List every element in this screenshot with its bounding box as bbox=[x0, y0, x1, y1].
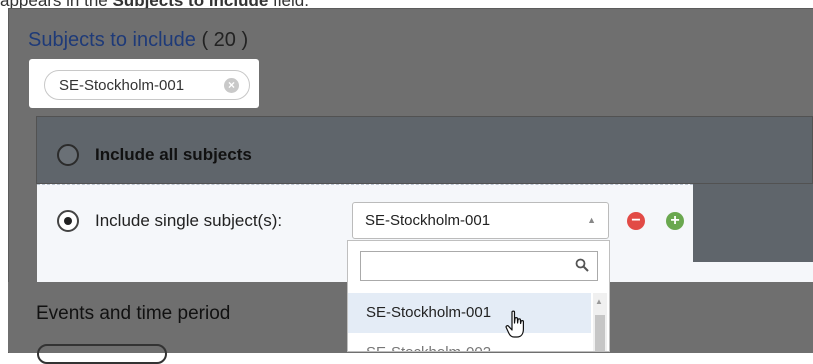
dropdown-option[interactable]: SE-Stockholm-001 bbox=[348, 293, 591, 333]
scrollbar-thumb[interactable] bbox=[595, 315, 605, 351]
subject-dropdown: SE-Stockholm-001 SE-Stockholm-002 ▲ bbox=[347, 240, 610, 352]
remove-row-button[interactable]: − bbox=[627, 212, 645, 230]
chip-remove-icon[interactable]: × bbox=[224, 78, 239, 93]
subject-chip-label: SE-Stockholm-001 bbox=[59, 76, 185, 94]
include-all-label: Include all subjects bbox=[95, 145, 252, 164]
events-toggle-pill[interactable] bbox=[37, 344, 167, 364]
subjects-to-include-title: Subjects to include ( 20 ) bbox=[28, 29, 248, 52]
include-single-panel-dimmed bbox=[693, 184, 813, 262]
subject-chip[interactable]: SE-Stockholm-001 × bbox=[44, 70, 250, 100]
add-row-button[interactable]: + bbox=[666, 212, 684, 230]
subject-select[interactable]: SE-Stockholm-001 ▲ bbox=[352, 202, 609, 239]
dropdown-option[interactable]: SE-Stockholm-002 bbox=[348, 333, 591, 351]
subjects-title-text: Subjects to include bbox=[28, 29, 196, 51]
subject-select-value: SE-Stockholm-001 bbox=[365, 212, 491, 229]
chevron-up-icon: ▲ bbox=[587, 215, 596, 225]
events-and-time-period-title: Events and time period bbox=[36, 303, 231, 324]
dropdown-scrollbar[interactable]: ▲ bbox=[593, 293, 607, 351]
subjects-count: ( 20 ) bbox=[201, 29, 249, 51]
include-all-radio[interactable] bbox=[57, 144, 79, 166]
include-single-label: Include single subject(s): bbox=[95, 211, 283, 230]
search-icon bbox=[575, 258, 589, 272]
dropdown-search-input[interactable] bbox=[360, 251, 598, 281]
hand-cursor-icon bbox=[505, 310, 524, 338]
scroll-up-icon[interactable]: ▲ bbox=[595, 297, 603, 306]
include-single-radio[interactable] bbox=[57, 210, 79, 232]
